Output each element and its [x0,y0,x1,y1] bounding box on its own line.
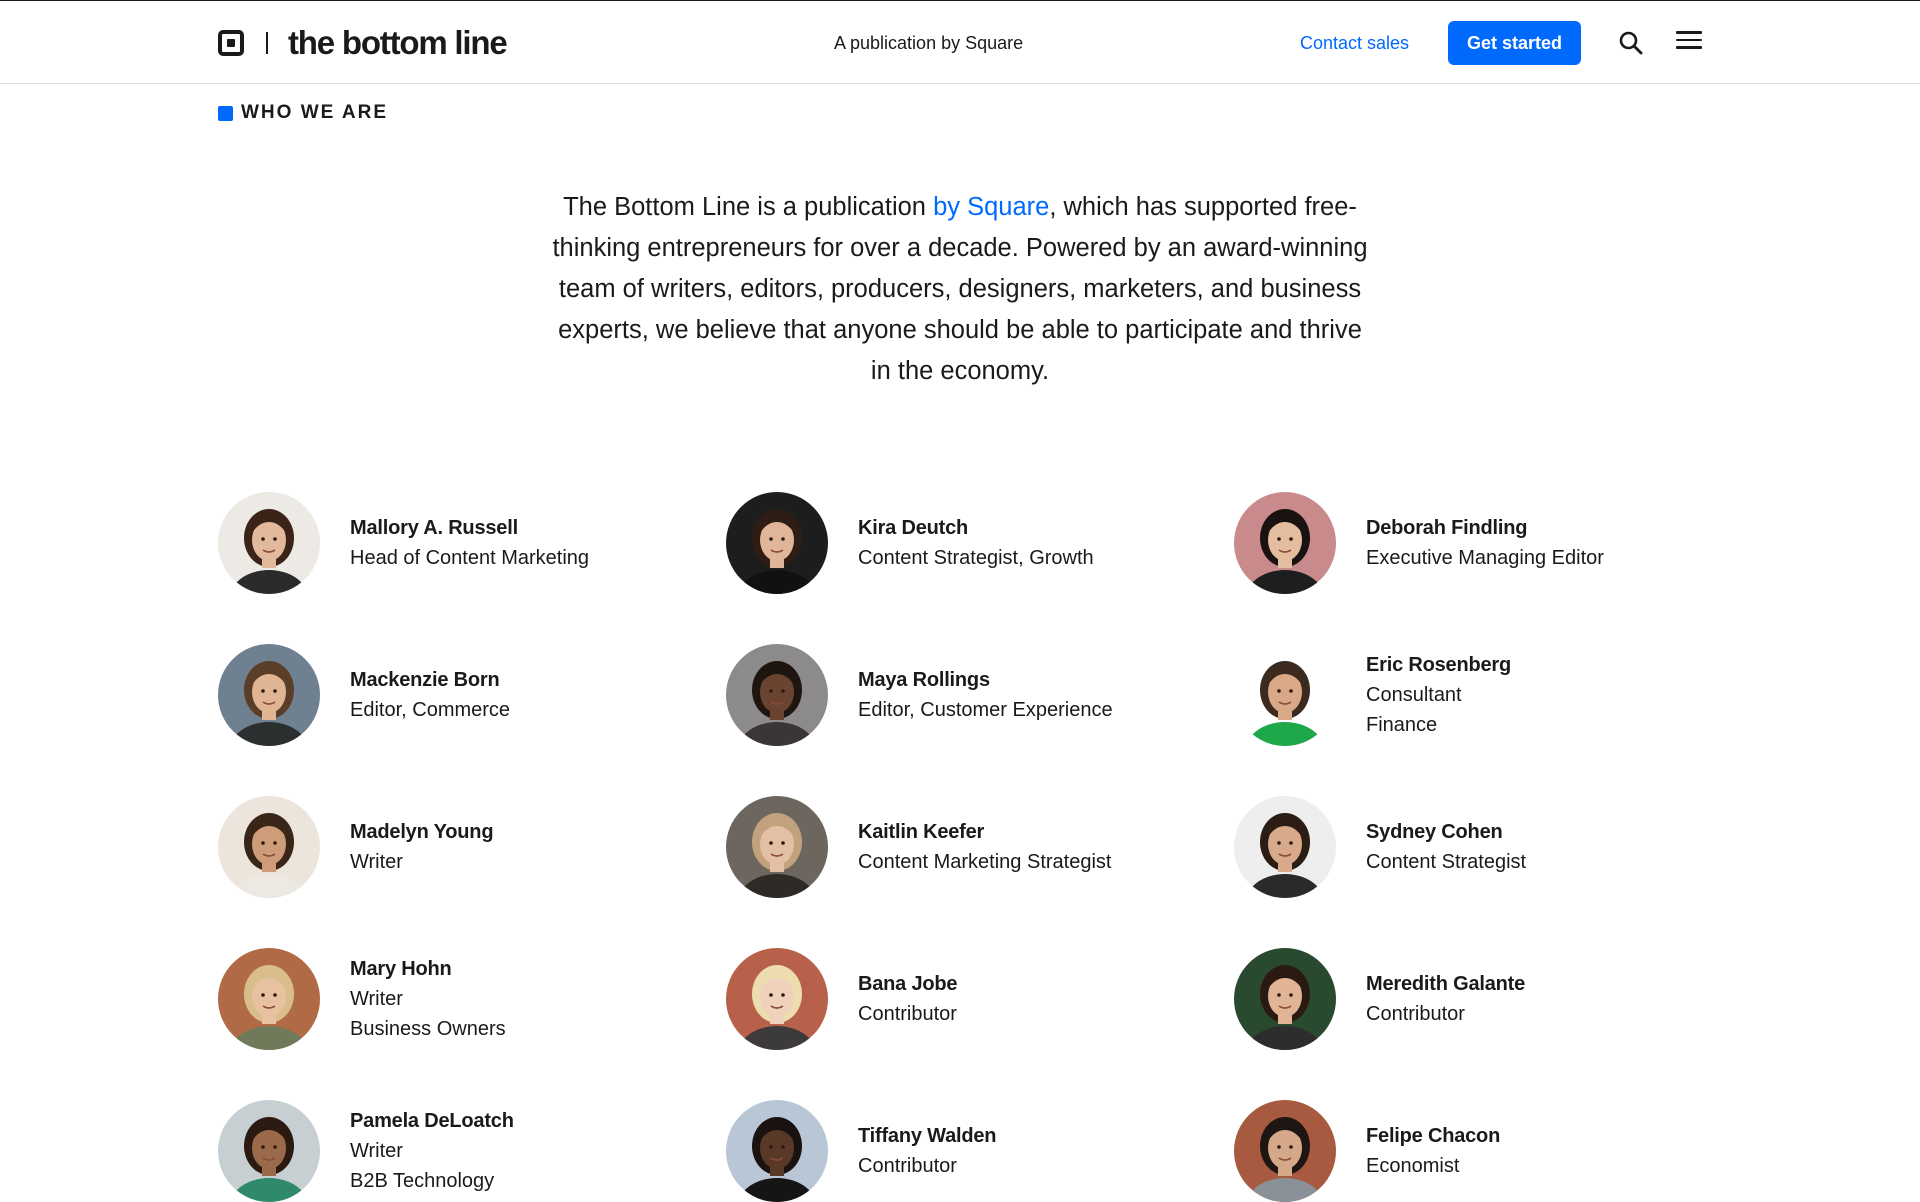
member-role: Contributor [1366,1003,1465,1025]
member-role: Content Strategist [1366,851,1527,873]
member-role: Head of Content Marketing [350,547,590,569]
intro-text-start: The Bottom Line is a publication [563,193,934,221]
member-info: Bana Jobe Contributor [858,948,958,1050]
intro-paragraph: The Bottom Line is a publication by Squa… [550,187,1370,392]
member-info: Mackenzie Born Editor, Commerce [350,644,510,746]
member-role: Content Strategist, Growth [858,547,1094,569]
hamburger-menu-icon[interactable] [1676,31,1702,53]
site-header: the bottom line A publication by Square … [0,1,1920,84]
member-name[interactable]: Sydney Cohen [1366,817,1526,847]
avatar [1234,948,1336,1050]
team-member-card[interactable]: Mallory A. Russell Head of Content Market… [218,492,698,594]
logo-divider [266,32,268,54]
avatar [726,948,828,1050]
section-label-text: WHO WE ARE [241,102,389,123]
team-member-card[interactable]: Tiffany Walden Contributor [726,1100,1206,1202]
section-label: WHO WE ARE [218,103,388,123]
member-role: B2B Technology [350,1170,495,1192]
member-name[interactable]: Pamela DeLoatch [350,1106,514,1136]
member-info: Felipe Chacon Economist [1366,1100,1500,1202]
avatar [1234,1100,1336,1202]
section-square-icon [218,105,233,121]
member-name[interactable]: Eric Rosenberg [1366,650,1511,680]
member-info: Sydney Cohen Content Strategist [1366,796,1526,898]
avatar [218,796,320,898]
member-role: Editor, Commerce [350,699,511,721]
member-info: Kira Deutch Content Strategist, Growth [858,492,1094,594]
square-logo-icon [218,30,244,56]
avatar [726,796,828,898]
team-member-card[interactable]: Felipe Chacon Economist [1234,1100,1714,1202]
member-role: Executive Managing Editor [1366,547,1604,569]
contact-sales-link[interactable]: Contact sales [1300,32,1409,54]
member-info: Deborah Findling Executive Managing Edito… [1366,492,1604,594]
intro-text-end: , which has supported free-thinking entr… [552,193,1368,385]
team-member-card[interactable]: Pamela DeLoatch Writer B2B Technology [218,1100,698,1202]
member-role: Consultant [1366,684,1462,706]
team-member-card[interactable]: Bana Jobe Contributor [726,948,1206,1050]
avatar [218,948,320,1050]
member-info: Meredith Galante Contributor [1366,948,1525,1050]
member-info: Kaitlin Keefer Content Marketing Strategi… [858,796,1111,898]
avatar [1234,644,1336,746]
team-member-card[interactable]: Madelyn Young Writer [218,796,698,898]
member-name[interactable]: Tiffany Walden [858,1121,997,1151]
member-role: Contributor [858,1003,957,1025]
avatar [726,1100,828,1202]
member-name[interactable]: Mallory A. Russell [350,513,589,543]
member-info: Eric Rosenberg Consultant Finance [1366,644,1511,746]
team-member-card[interactable]: Mary Hohn Writer Business Owners [218,948,698,1050]
avatar [1234,796,1336,898]
member-name[interactable]: Maya Rollings [858,665,1113,695]
team-member-card[interactable]: Maya Rollings Editor, Customer Experience [726,644,1206,746]
member-name[interactable]: Mackenzie Born [350,665,510,695]
member-name[interactable]: Kaitlin Keefer [858,817,1111,847]
member-role: Writer [350,851,403,873]
member-role: Writer [350,1140,403,1162]
member-name[interactable]: Bana Jobe [858,969,958,999]
member-role: Content Marketing Strategist [858,851,1112,873]
member-role: Contributor [858,1155,957,1177]
team-member-card[interactable]: Kaitlin Keefer Content Marketing Strategi… [726,796,1206,898]
site-wordmark: the bottom line [288,24,508,61]
team-member-card[interactable]: Deborah Findling Executive Managing Edito… [1234,492,1714,594]
get-started-button[interactable]: Get started [1448,21,1581,65]
member-name[interactable]: Kira Deutch [858,513,1094,543]
avatar [726,644,828,746]
search-icon[interactable] [1617,29,1645,57]
member-role: Writer [350,988,403,1010]
member-info: Tiffany Walden Contributor [858,1100,997,1202]
member-info: Mary Hohn Writer Business Owners [350,948,506,1050]
header-tagline: A publication by Square [834,33,1024,53]
avatar [218,644,320,746]
avatar [1234,492,1336,594]
member-name[interactable]: Madelyn Young [350,817,494,847]
member-role: Finance [1366,714,1438,736]
avatar [726,492,828,594]
member-info: Madelyn Young Writer [350,796,494,898]
team-member-card[interactable]: Kira Deutch Content Strategist, Growth [726,492,1206,594]
by-square-link[interactable]: by Square [933,193,1049,221]
member-name[interactable]: Deborah Findling [1366,513,1604,543]
member-role: Editor, Customer Experience [858,699,1113,721]
member-name[interactable]: Felipe Chacon [1366,1121,1500,1151]
team-member-card[interactable]: Meredith Galante Contributor [1234,948,1714,1050]
team-member-card[interactable]: Eric Rosenberg Consultant Finance [1234,644,1714,746]
avatar [218,1100,320,1202]
member-name[interactable]: Meredith Galante [1366,969,1525,999]
member-role: Economist [1366,1155,1460,1177]
team-member-card[interactable]: Sydney Cohen Content Strategist [1234,796,1714,898]
member-info: Pamela DeLoatch Writer B2B Technology [350,1100,514,1202]
member-name[interactable]: Mary Hohn [350,954,506,984]
member-info: Maya Rollings Editor, Customer Experience [858,644,1113,746]
home-logo-link[interactable]: the bottom line [218,23,508,63]
avatar [218,492,320,594]
member-info: Mallory A. Russell Head of Content Market… [350,492,589,594]
team-member-card[interactable]: Mackenzie Born Editor, Commerce [218,644,698,746]
member-role: Business Owners [350,1018,506,1040]
